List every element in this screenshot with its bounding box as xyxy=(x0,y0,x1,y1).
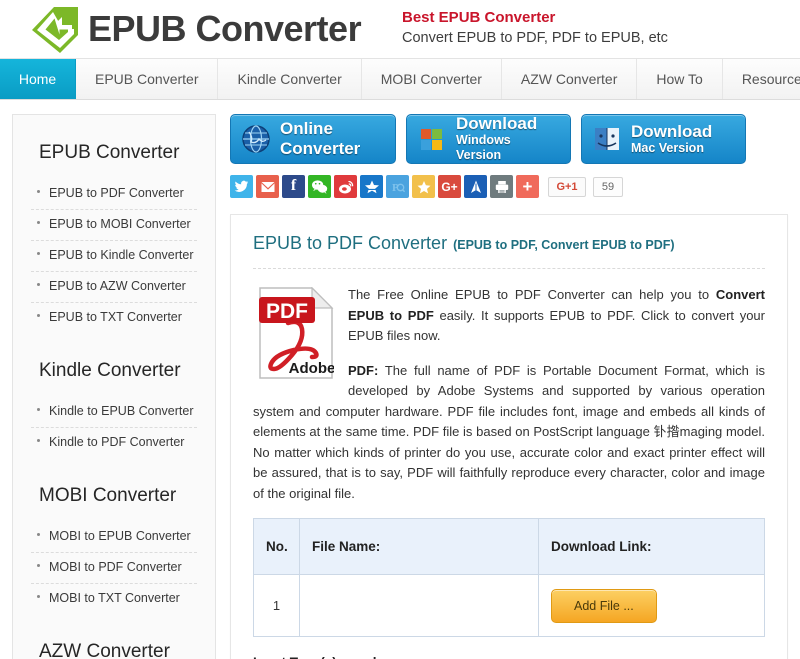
converter-panel: EPUB to PDF Converter (EPUB to PDF, Conve… xyxy=(230,214,788,659)
share-count-badge: 59 xyxy=(593,176,623,197)
pdf-adobe-icon: PDF Adobe xyxy=(258,286,335,379)
add-file-button[interactable]: Add File ... xyxy=(551,588,657,623)
main-navigation: Home EPUB Converter Kindle Converter MOB… xyxy=(0,58,800,100)
download-windows-line2: Windows Version xyxy=(456,133,511,162)
file-table-header-no: No. xyxy=(253,518,300,575)
page-body: EPUB Converter EPUB to PDF Converter EPU… xyxy=(0,100,800,659)
file-table-head: No. File Name: Download Link: xyxy=(253,518,765,575)
epub-logo-icon[interactable] xyxy=(28,5,80,55)
nav-item-kindle-converter[interactable]: Kindle Converter xyxy=(218,59,362,99)
file-row-number: 1 xyxy=(253,574,300,637)
sidebar-item-mobi-to-pdf[interactable]: MOBI to PDF Converter xyxy=(31,553,197,584)
google-plus-icon[interactable]: G+ xyxy=(438,175,461,198)
social-share-row: f P G+ + G+1 59 xyxy=(230,175,788,198)
nav-item-home[interactable]: Home xyxy=(0,59,76,99)
desc2-label: PDF: xyxy=(348,362,379,378)
sidebar-heading-kindle: Kindle Converter xyxy=(39,360,181,381)
file-table-header-link: Download Link: xyxy=(538,518,765,575)
sidebar-heading-azw: AZW Converter xyxy=(39,641,170,659)
sidebar-item-epub-to-kindle[interactable]: EPUB to Kindle Converter xyxy=(31,241,197,272)
sidebar-group-kindle: Kindle Converter Kindle to EPUB Converte… xyxy=(13,359,215,458)
renren-icon[interactable] xyxy=(464,175,487,198)
windows-icon xyxy=(417,124,447,154)
qzone-icon[interactable] xyxy=(360,175,383,198)
file-table-body: 1 Add File ... xyxy=(253,574,765,637)
facebook-icon[interactable]: f xyxy=(282,175,305,198)
action-button-row: Online Converter Download Windows Versio… xyxy=(230,114,788,164)
sidebar-group-epub: EPUB Converter EPUB to PDF Converter EPU… xyxy=(13,141,215,333)
mac-finder-icon xyxy=(592,124,622,154)
online-converter-text: Online Converter xyxy=(280,119,361,158)
main-content: Online Converter Download Windows Versio… xyxy=(230,114,788,659)
converter-heading-main: EPUB to PDF Converter xyxy=(253,233,448,253)
online-converter-button[interactable]: Online Converter xyxy=(230,114,396,164)
sidebar-list-kindle: Kindle to EPUB Converter Kindle to PDF C… xyxy=(31,397,197,458)
weibo-icon[interactable] xyxy=(334,175,357,198)
description-paragraph-2: PDF: The full name of PDF is Portable Do… xyxy=(253,361,765,505)
download-windows-line1: Download xyxy=(456,114,538,133)
sidebar-group-mobi: MOBI Converter MOBI to EPUB Converter MO… xyxy=(13,484,215,614)
converter-description: PDF Adobe The Free Online EPUB to PDF Co… xyxy=(253,285,765,504)
sidebar-heading-epub: EPUB Converter xyxy=(39,142,180,163)
site-header: EPUB Converter Best EPUB Converter Conve… xyxy=(0,0,800,58)
header-tagline: Best EPUB Converter Convert EPUB to PDF,… xyxy=(402,8,668,48)
page-root: EPUB Converter Best EPUB Converter Conve… xyxy=(0,0,800,659)
converter-heading: EPUB to PDF Converter (EPUB to PDF, Conve… xyxy=(253,233,765,269)
wechat-icon[interactable] xyxy=(308,175,331,198)
download-mac-line2: Mac Version xyxy=(631,140,704,155)
nav-item-how-to[interactable]: How To xyxy=(637,59,723,99)
converter-heading-sub: (EPUB to PDF, Convert EPUB to PDF) xyxy=(453,238,675,252)
nav-item-mobi-converter[interactable]: MOBI Converter xyxy=(361,59,502,99)
file-table: No. File Name: Download Link: 1 Add File… xyxy=(253,518,765,637)
more-share-icon[interactable]: + xyxy=(516,175,539,198)
sidebar-heading-mobi: MOBI Converter xyxy=(39,485,177,506)
sidebar-item-epub-to-azw[interactable]: EPUB to AZW Converter xyxy=(31,272,197,303)
baidu-icon[interactable]: P xyxy=(386,175,409,198)
svg-text:Adobe: Adobe xyxy=(289,360,334,377)
page-title: EPUB Converter xyxy=(88,8,362,49)
input-types-note: Input Type(s): .epub xyxy=(253,655,765,659)
download-windows-label: Download Windows Version xyxy=(456,115,558,163)
file-table-header-row: No. File Name: Download Link: xyxy=(253,518,765,575)
online-converter-label: Online Converter xyxy=(280,119,383,159)
sidebar-item-mobi-to-epub[interactable]: MOBI to EPUB Converter xyxy=(31,522,197,553)
sidebar-group-azw: AZW Converter xyxy=(13,640,215,659)
sidebar-item-kindle-to-pdf[interactable]: Kindle to PDF Converter xyxy=(31,428,197,458)
file-row-name xyxy=(299,574,539,637)
gplus-one-button[interactable]: G+1 xyxy=(548,176,586,197)
download-windows-button[interactable]: Download Windows Version xyxy=(406,114,571,164)
sidebar-item-epub-to-mobi[interactable]: EPUB to MOBI Converter xyxy=(31,210,197,241)
download-mac-line1: Download xyxy=(631,121,713,141)
favorite-icon[interactable] xyxy=(412,175,435,198)
sidebar-list-mobi: MOBI to EPUB Converter MOBI to PDF Conve… xyxy=(31,522,197,614)
download-mac-button[interactable]: Download Mac Version xyxy=(581,114,746,164)
sidebar: EPUB Converter EPUB to PDF Converter EPU… xyxy=(12,114,216,659)
download-mac-label: Download Mac Version xyxy=(631,121,713,156)
print-icon[interactable] xyxy=(490,175,513,198)
sidebar-item-mobi-to-txt[interactable]: MOBI to TXT Converter xyxy=(31,584,197,614)
gmail-icon[interactable] xyxy=(256,175,279,198)
desc1-part-a: The Free Online EPUB to PDF Converter ca… xyxy=(348,287,716,302)
tagline-sub: Convert EPUB to PDF, PDF to EPUB, etc xyxy=(402,30,668,46)
sidebar-list-epub: EPUB to PDF Converter EPUB to MOBI Conve… xyxy=(31,179,197,333)
sidebar-item-epub-to-txt[interactable]: EPUB to TXT Converter xyxy=(31,303,197,333)
svg-text:PDF: PDF xyxy=(266,300,308,323)
file-row-link-cell: Add File ... xyxy=(538,574,765,637)
table-row: 1 Add File ... xyxy=(253,574,765,637)
file-table-header-name: File Name: xyxy=(299,518,539,575)
sidebar-item-epub-to-pdf[interactable]: EPUB to PDF Converter xyxy=(31,179,197,210)
tagline-main: Best EPUB Converter xyxy=(402,9,556,26)
nav-item-epub-converter[interactable]: EPUB Converter xyxy=(76,59,219,99)
globe-icon xyxy=(241,124,271,154)
twitter-icon[interactable] xyxy=(230,175,253,198)
sidebar-item-kindle-to-epub[interactable]: Kindle to EPUB Converter xyxy=(31,397,197,428)
nav-item-azw-converter[interactable]: AZW Converter xyxy=(501,59,638,99)
nav-item-resource[interactable]: Resource xyxy=(722,59,800,99)
desc2-body: The full name of PDF is Portable Documen… xyxy=(253,362,765,501)
